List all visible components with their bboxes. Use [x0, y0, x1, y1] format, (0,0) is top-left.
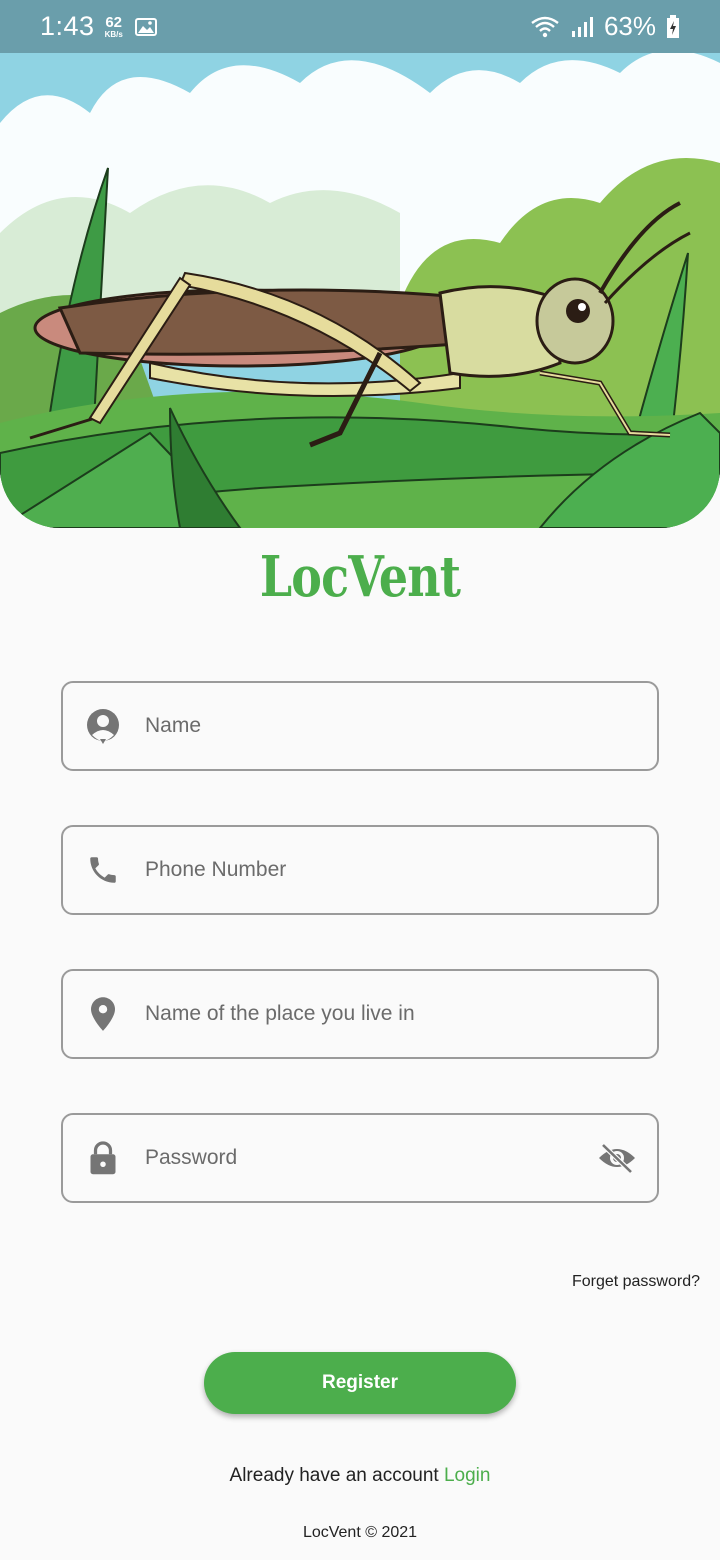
battery-percent: 63% [603, 11, 656, 41]
battery-icon [667, 14, 679, 38]
place-input[interactable] [145, 971, 657, 1057]
network-speed-value: 62 [105, 13, 123, 31]
forgot-password-link[interactable]: Forget password? [572, 1273, 700, 1291]
hero-illustration [0, 53, 720, 528]
eye-off-icon[interactable] [597, 1138, 637, 1178]
register-button[interactable]: Register [204, 1352, 516, 1414]
place-field[interactable] [61, 969, 659, 1059]
lock-icon [85, 1140, 121, 1176]
network-speed-unit: KB/s [104, 29, 123, 39]
phone-input[interactable] [145, 827, 657, 913]
login-link[interactable]: Login [444, 1465, 491, 1486]
status-right: 63% [530, 11, 680, 42]
name-input[interactable] [145, 683, 657, 769]
location-pin-icon [85, 996, 121, 1032]
password-input[interactable] [145, 1115, 597, 1201]
phone-field[interactable] [61, 825, 659, 915]
phone-icon [85, 852, 121, 888]
person-icon [85, 708, 121, 744]
app-logo: LocVent [259, 544, 461, 610]
wifi-icon [531, 16, 559, 37]
name-field[interactable] [61, 681, 659, 771]
status-time: 1:43 [40, 11, 95, 41]
login-prompt: Already have an account Login [0, 1465, 720, 1487]
signal-icon [571, 16, 593, 37]
status-bar: 1:43 62 KB/s 63% [0, 0, 720, 53]
login-prompt-text: Already have an account [229, 1465, 439, 1486]
network-speed: 62 KB/s [105, 15, 123, 39]
gallery-icon [134, 17, 157, 36]
copyright-footer: LocVent © 2021 [302, 1524, 418, 1541]
grasshopper-illustration [0, 53, 720, 528]
password-field[interactable] [61, 1113, 659, 1203]
